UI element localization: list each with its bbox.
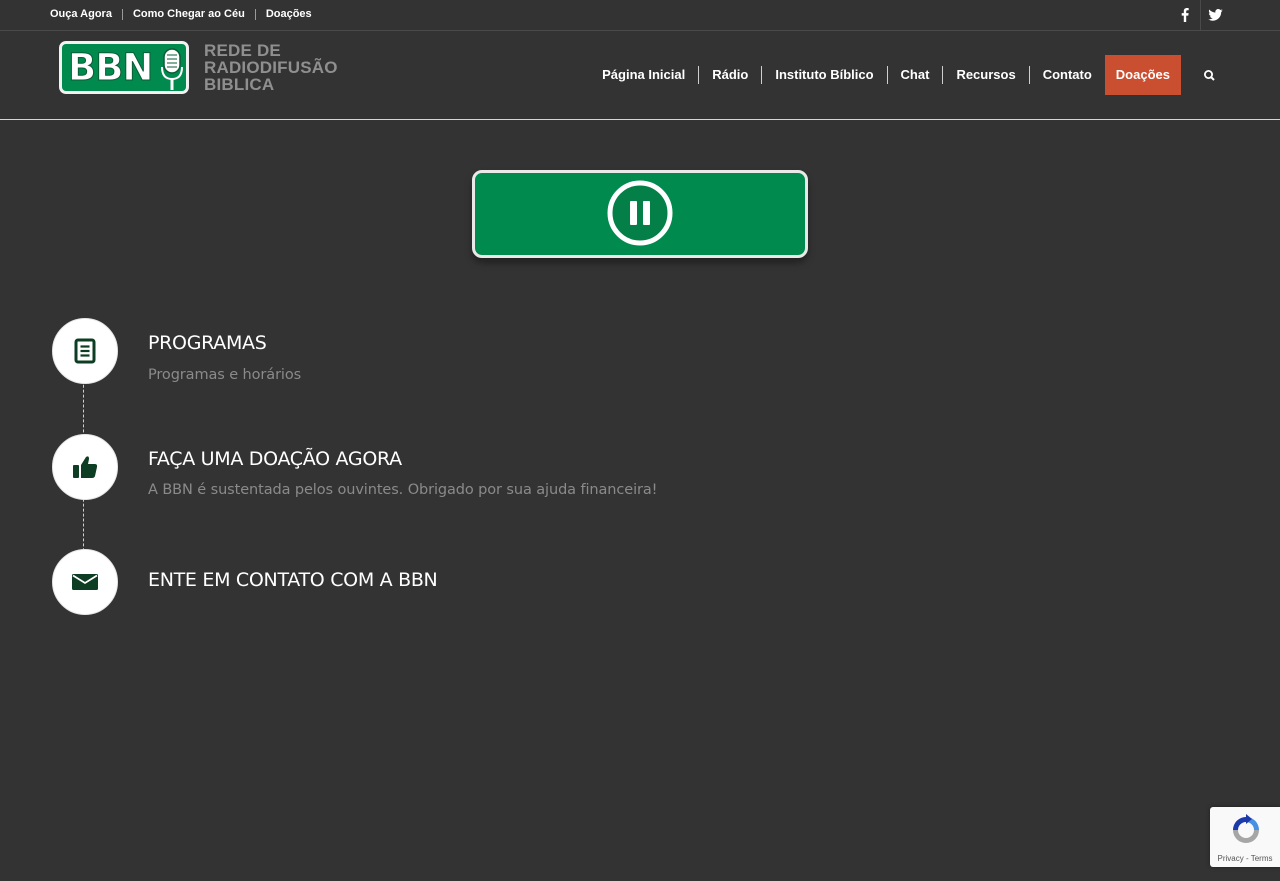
microphone-icon — [161, 48, 183, 90]
icon-circle — [52, 434, 118, 500]
item-description: Programas e horários — [148, 367, 302, 383]
site-logo[interactable]: BBN REDE DE RADIODIFUSÃO BIBLICA — [59, 41, 338, 94]
pause-icon — [607, 180, 673, 246]
logo-letters: BBN — [67, 46, 153, 89]
logo-wordmark: REDE DE RADIODIFUSÃO BIBLICA — [204, 42, 338, 93]
recaptcha-links[interactable]: Privacy - Terms — [1210, 854, 1280, 863]
icon-circle — [52, 549, 118, 615]
logo-line-1: REDE DE — [204, 41, 281, 60]
top-link-listen-now[interactable]: Ouça Agora — [50, 8, 122, 21]
top-links: Ouça Agora Como Chegar ao Céu Doações — [50, 8, 322, 21]
top-link-how-to-heaven[interactable]: Como Chegar ao Céu — [123, 8, 255, 21]
search-icon[interactable] — [1203, 69, 1217, 83]
radio-player-button[interactable] — [472, 170, 808, 258]
social-links — [1170, 0, 1230, 30]
item-description: A BBN é sustentada pelos ouvintes. Obrig… — [148, 482, 658, 498]
twitter-icon[interactable] — [1200, 0, 1230, 30]
nav-donate-button[interactable]: Doações — [1104, 55, 1181, 95]
envelope-icon — [72, 574, 98, 590]
site-header: BBN REDE DE RADIODIFUSÃO BIBLICA Página … — [0, 31, 1280, 120]
logo-line-3: BIBLICA — [204, 75, 275, 94]
nav-item-bible-institute[interactable]: Instituto Bíblico — [762, 55, 886, 95]
document-icon — [74, 338, 96, 364]
nav-item-resources[interactable]: Recursos — [943, 55, 1028, 95]
nav-item-radio[interactable]: Rádio — [699, 55, 761, 95]
logo-badge: BBN — [59, 41, 189, 94]
item-title[interactable]: PROGRAMAS — [148, 332, 267, 354]
logo-line-2: RADIODIFUSÃO — [204, 58, 338, 77]
main-navigation: Página Inicial Rádio Instituto Bíblico C… — [589, 55, 1181, 95]
top-utility-bar: Ouça Agora Como Chegar ao Céu Doações — [0, 0, 1280, 31]
page: Ouça Agora Como Chegar ao Céu Doações BB… — [0, 0, 1280, 881]
item-title[interactable]: ENTE EM CONTATO COM A BBN — [148, 569, 438, 591]
top-link-donations[interactable]: Doações — [256, 8, 322, 21]
thumbs-up-icon — [73, 456, 98, 478]
icon-circle — [52, 318, 118, 384]
item-title[interactable]: FAÇA UMA DOAÇÃO AGORA — [148, 448, 402, 470]
facebook-icon[interactable] — [1170, 0, 1200, 30]
recaptcha-badge[interactable]: Privacy - Terms — [1210, 807, 1280, 867]
nav-item-contact[interactable]: Contato — [1030, 55, 1105, 95]
nav-item-chat[interactable]: Chat — [888, 55, 943, 95]
recaptcha-icon — [1233, 814, 1259, 843]
nav-item-home[interactable]: Página Inicial — [589, 55, 698, 95]
